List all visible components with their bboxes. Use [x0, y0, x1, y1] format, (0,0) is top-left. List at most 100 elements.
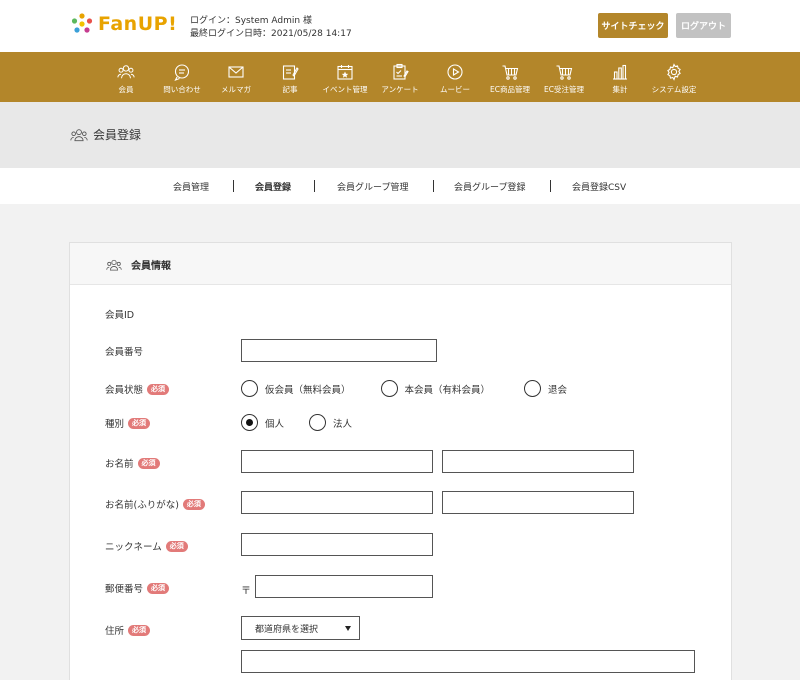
login-info: ログイン：System Admin 様 最終ログイン日時：2021/05/28 … [190, 15, 352, 41]
radio-label: 退会 [548, 384, 568, 396]
movie-icon [447, 64, 463, 80]
postal-code-input[interactable] [255, 575, 433, 598]
subnav-member-management[interactable]: 会員管理 [173, 180, 209, 193]
subnav-divider [433, 180, 434, 192]
nav-label: EC受注管理 [544, 85, 584, 94]
nav-item-system-settings[interactable]: システム設定 [648, 52, 700, 102]
required-badge: 必須 [147, 383, 170, 395]
member-id-label-text: 会員ID [105, 310, 135, 321]
nav-item-survey[interactable]: アンケート [378, 52, 422, 102]
chat-icon [174, 64, 190, 81]
radio-button[interactable] [524, 380, 542, 397]
nav-label: 記事 [282, 85, 298, 94]
type-label-text: 種別 [105, 419, 125, 430]
login-user-text: ログイン：System Admin 様 [190, 16, 312, 26]
nav-label: 問い合わせ [163, 85, 201, 94]
subnav-member-register[interactable]: 会員登録 [255, 180, 291, 193]
subnav-member-csv[interactable]: 会員登録CSV [572, 180, 626, 193]
event-icon [337, 65, 353, 80]
prefecture-select-value: 都道府県を選択 [255, 624, 319, 635]
member-status-label-text: 会員状態 [105, 385, 144, 396]
card-title-text: 会員情報 [131, 261, 171, 272]
member-status-label: 会員状態 必須 [105, 382, 170, 396]
last-name-input[interactable] [241, 450, 433, 473]
nav-item-ec-products[interactable]: EC商品管理 [488, 52, 532, 102]
subnav-group-management[interactable]: 会員グループ管理 [337, 180, 408, 193]
last-login-text: 最終ログイン日時：2021/05/28 14:17 [190, 29, 352, 39]
main-nav: 会員 問い合わせ メルマガ 記事 イベント管理 アンケート ムービー EC商品管… [0, 52, 800, 102]
card-header: 会員情報 [70, 243, 731, 285]
required-badge: 必須 [137, 457, 160, 469]
member-status-radio-group: 仮会員（無料会員） 本会員（有料会員） 退会 [241, 380, 567, 397]
nickname-input[interactable] [241, 533, 433, 556]
member-number-label-text: 会員番号 [105, 347, 144, 358]
name-label: お名前 必須 [105, 456, 160, 470]
postal-code-label: 郵便番号 必須 [105, 581, 170, 595]
radio-button-checked[interactable] [241, 414, 258, 431]
first-name-input[interactable] [442, 450, 634, 473]
type-option-corporation[interactable]: 法人 [309, 414, 352, 431]
required-badge: 必須 [128, 624, 151, 636]
last-name-kana-input[interactable] [241, 491, 433, 514]
nav-item-inquiry[interactable]: 問い合わせ [160, 52, 204, 102]
type-label: 種別 必須 [105, 416, 151, 430]
nav-item-mailmag[interactable]: メルマガ [218, 52, 254, 102]
radio-label: 仮会員（無料会員） [265, 384, 351, 396]
radio-label: 個人 [265, 418, 285, 430]
radio-button[interactable] [241, 380, 258, 397]
required-badge: 必須 [182, 498, 205, 510]
subnav-divider [314, 180, 315, 192]
status-option-provisional[interactable]: 仮会員（無料会員） [241, 380, 351, 397]
radio-label: 法人 [333, 418, 353, 430]
page-title-text: 会員登録 [93, 128, 142, 142]
nav-item-members[interactable]: 会員 [112, 52, 140, 102]
nav-item-ec-orders[interactable]: EC受注管理 [542, 52, 586, 102]
address-input[interactable] [241, 650, 695, 673]
subnav-divider [550, 180, 551, 192]
sub-nav: 会員管理 会員登録 会員グループ管理 会員グループ登録 会員登録CSV [0, 168, 800, 204]
nav-item-article[interactable]: 記事 [280, 52, 300, 102]
status-option-withdrawn[interactable]: 退会 [524, 380, 567, 397]
top-header: FanUP! ログイン：System Admin 様 最終ログイン日時：2021… [0, 0, 800, 52]
subnav-group-register[interactable]: 会員グループ登録 [454, 180, 525, 193]
logo-text: FanUP! [98, 13, 178, 35]
article-icon [282, 65, 299, 80]
page-title-bar: 会員登録 [0, 102, 800, 168]
nav-item-event[interactable]: イベント管理 [320, 52, 370, 102]
radio-button[interactable] [309, 414, 327, 431]
radio-button[interactable] [380, 380, 398, 397]
first-name-kana-input[interactable] [442, 491, 634, 514]
nav-label: EC商品管理 [490, 85, 530, 94]
status-option-full[interactable]: 本会員（有料会員） [380, 380, 491, 397]
page-title: 会員登録 [70, 126, 141, 143]
fanup-logo[interactable]: FanUP! [70, 12, 177, 36]
type-option-individual[interactable]: 個人 [241, 414, 284, 431]
logout-button[interactable]: ログアウト [676, 13, 731, 38]
nav-label: アンケート [381, 85, 419, 94]
nickname-label: ニックネーム 必須 [105, 539, 188, 553]
mail-icon [228, 66, 244, 78]
subnav-divider [233, 180, 234, 192]
required-badge: 必須 [147, 582, 170, 594]
gear-icon [667, 63, 681, 81]
nav-item-movie[interactable]: ムービー [438, 52, 472, 102]
card-title: 会員情報 [106, 257, 171, 272]
nav-item-stats[interactable]: 集計 [608, 52, 632, 102]
caret-down-icon [345, 626, 351, 631]
prefecture-select[interactable]: 都道府県を選択 [241, 616, 360, 640]
type-radio-group: 個人 法人 [241, 414, 352, 431]
radio-label: 本会員（有料会員） [404, 384, 491, 396]
members-icon [70, 128, 88, 141]
name-label-text: お名前 [105, 459, 134, 470]
nav-label: 会員 [118, 85, 134, 94]
members-icon [106, 259, 122, 270]
name-kana-label: お名前(ふりがな) 必須 [105, 497, 205, 511]
postal-code-label-text: 郵便番号 [105, 584, 144, 595]
site-check-button[interactable]: サイトチェック [598, 13, 668, 38]
nav-label: ムービー [440, 85, 470, 94]
bar-chart-icon [613, 64, 627, 80]
member-number-input[interactable] [241, 339, 437, 362]
cart-icon [556, 65, 573, 80]
address-label-text: 住所 [105, 626, 125, 637]
cart-icon [502, 65, 519, 80]
